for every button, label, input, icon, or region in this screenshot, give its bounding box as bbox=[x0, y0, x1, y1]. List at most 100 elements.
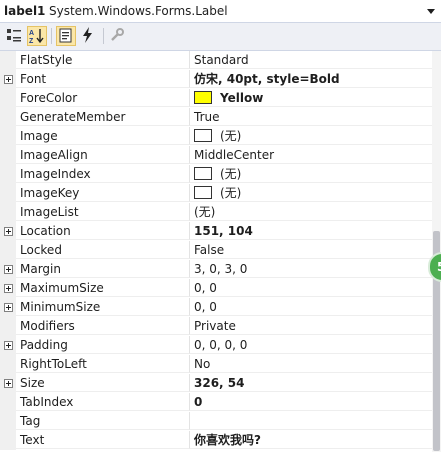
row-gutter bbox=[0, 70, 16, 89]
property-value[interactable] bbox=[190, 412, 432, 430]
property-value-text: 仿宋, 40pt, style=Bold bbox=[194, 72, 340, 86]
property-name[interactable]: Text bbox=[16, 431, 190, 449]
property-row[interactable]: GenerateMember True bbox=[0, 108, 432, 127]
property-value[interactable]: (无) bbox=[190, 165, 432, 183]
property-value[interactable]: Private bbox=[190, 317, 432, 335]
property-row[interactable]: Location 151, 104 bbox=[0, 222, 432, 241]
property-name[interactable]: ImageKey bbox=[16, 184, 190, 202]
row-gutter bbox=[0, 355, 16, 374]
expand-plus-icon[interactable] bbox=[4, 265, 13, 274]
badge-label: 5 bbox=[437, 260, 441, 274]
property-value-text: (无) bbox=[194, 205, 216, 219]
property-value[interactable]: 你喜欢我吗? bbox=[190, 431, 432, 449]
property-value-text: 151, 104 bbox=[194, 224, 253, 238]
toolbar-separator bbox=[51, 28, 52, 44]
row-gutter bbox=[0, 336, 16, 355]
property-name[interactable]: GenerateMember bbox=[16, 108, 190, 126]
properties-icon[interactable] bbox=[56, 26, 76, 46]
expand-plus-icon[interactable] bbox=[4, 303, 13, 312]
expand-plus-icon[interactable] bbox=[4, 379, 13, 388]
row-gutter bbox=[0, 184, 16, 203]
property-row[interactable]: ImageKey (无) bbox=[0, 184, 432, 203]
row-gutter bbox=[0, 412, 16, 431]
property-row[interactable]: FlatStyle Standard bbox=[0, 51, 432, 70]
property-value[interactable]: Standard bbox=[190, 51, 432, 69]
property-row[interactable]: MinimumSize 0, 0 bbox=[0, 298, 432, 317]
property-name[interactable]: ImageAlign bbox=[16, 146, 190, 164]
property-value[interactable]: No bbox=[190, 355, 432, 373]
events-lightning-icon[interactable] bbox=[79, 26, 99, 46]
property-name[interactable]: Font bbox=[16, 70, 190, 88]
property-value[interactable]: 151, 104 bbox=[190, 222, 432, 240]
color-swatch-icon bbox=[194, 91, 212, 104]
color-swatch-icon bbox=[194, 167, 212, 180]
property-value[interactable]: 3, 0, 3, 0 bbox=[190, 260, 432, 278]
svg-text:A: A bbox=[29, 30, 34, 37]
expand-plus-icon[interactable] bbox=[4, 227, 13, 236]
property-row[interactable]: Margin 3, 0, 3, 0 bbox=[0, 260, 432, 279]
property-row[interactable]: ForeColor Yellow bbox=[0, 89, 432, 108]
property-row[interactable]: RightToLeft No bbox=[0, 355, 432, 374]
property-grid-toolbar: A Z bbox=[0, 23, 441, 51]
property-value[interactable]: 326, 54 bbox=[190, 374, 432, 392]
property-row[interactable]: TabIndex 0 bbox=[0, 393, 432, 412]
property-name[interactable]: FlatStyle bbox=[16, 51, 190, 69]
property-value[interactable]: (无) bbox=[190, 127, 432, 145]
property-value[interactable]: Yellow bbox=[190, 89, 432, 107]
property-name[interactable]: ForeColor bbox=[16, 89, 190, 107]
alphabetical-icon[interactable]: A Z bbox=[27, 26, 47, 46]
object-selector[interactable]: label1 System.Windows.Forms.Label bbox=[0, 0, 441, 23]
row-gutter bbox=[0, 165, 16, 184]
property-value[interactable]: True bbox=[190, 108, 432, 126]
row-gutter bbox=[0, 127, 16, 146]
property-name[interactable]: Location bbox=[16, 222, 190, 240]
expand-plus-icon[interactable] bbox=[4, 341, 13, 350]
property-value[interactable]: 0 bbox=[190, 393, 432, 411]
object-name: label1 bbox=[4, 4, 46, 18]
property-value[interactable]: MiddleCenter bbox=[190, 146, 432, 164]
property-name[interactable]: Size bbox=[16, 374, 190, 392]
property-value[interactable]: 仿宋, 40pt, style=Bold bbox=[190, 70, 432, 88]
expand-plus-icon[interactable] bbox=[4, 75, 13, 84]
property-row[interactable]: Font 仿宋, 40pt, style=Bold bbox=[0, 70, 432, 89]
expand-plus-icon[interactable] bbox=[4, 284, 13, 293]
property-row[interactable]: Padding 0, 0, 0, 0 bbox=[0, 336, 432, 355]
property-row[interactable]: ImageIndex (无) bbox=[0, 165, 432, 184]
property-name[interactable]: TabIndex bbox=[16, 393, 190, 411]
property-name[interactable]: Tag bbox=[16, 412, 190, 430]
property-row[interactable]: MaximumSize 0, 0 bbox=[0, 279, 432, 298]
property-row[interactable]: Text 你喜欢我吗? bbox=[0, 431, 432, 450]
property-row[interactable]: ImageAlign MiddleCenter bbox=[0, 146, 432, 165]
property-name[interactable]: MaximumSize bbox=[16, 279, 190, 297]
property-name[interactable]: Locked bbox=[16, 241, 190, 259]
property-name[interactable]: Image bbox=[16, 127, 190, 145]
property-name[interactable]: ImageIndex bbox=[16, 165, 190, 183]
property-name[interactable]: RightToLeft bbox=[16, 355, 190, 373]
property-value-text: 0, 0, 0, 0 bbox=[194, 338, 248, 352]
property-value[interactable]: 0, 0 bbox=[190, 279, 432, 297]
property-row[interactable]: Size 326, 54 bbox=[0, 374, 432, 393]
property-row[interactable]: ImageList (无) bbox=[0, 203, 432, 222]
property-row[interactable]: Image (无) bbox=[0, 127, 432, 146]
property-row[interactable]: Tag bbox=[0, 412, 432, 431]
dropdown-arrow-icon[interactable] bbox=[427, 9, 435, 14]
categorized-icon[interactable] bbox=[5, 26, 25, 46]
property-name[interactable]: ImageList bbox=[16, 203, 190, 221]
property-value-text: MiddleCenter bbox=[194, 148, 275, 162]
property-value-text: 0, 0 bbox=[194, 281, 217, 295]
property-value-text: 326, 54 bbox=[194, 376, 245, 390]
property-name[interactable]: MinimumSize bbox=[16, 298, 190, 316]
property-value[interactable]: 0, 0 bbox=[190, 298, 432, 316]
property-value-text: (无) bbox=[220, 167, 242, 181]
property-row[interactable]: Locked False bbox=[0, 241, 432, 260]
property-pages-wrench-icon[interactable] bbox=[108, 26, 128, 46]
property-name[interactable]: Margin bbox=[16, 260, 190, 278]
color-swatch-icon bbox=[194, 186, 212, 199]
property-value[interactable]: (无) bbox=[190, 184, 432, 202]
property-value[interactable]: (无) bbox=[190, 203, 432, 221]
property-value[interactable]: 0, 0, 0, 0 bbox=[190, 336, 432, 354]
property-value[interactable]: False bbox=[190, 241, 432, 259]
property-row[interactable]: Modifiers Private bbox=[0, 317, 432, 336]
property-name[interactable]: Padding bbox=[16, 336, 190, 354]
property-name[interactable]: Modifiers bbox=[16, 317, 190, 335]
